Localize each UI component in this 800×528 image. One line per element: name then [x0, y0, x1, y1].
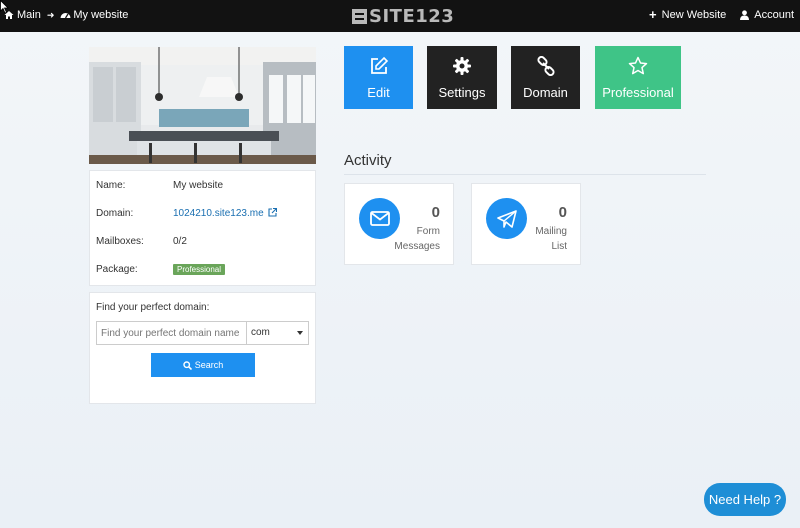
package-label: Package:	[96, 264, 138, 275]
caret-down-icon	[297, 331, 303, 335]
activity-title: Activity	[344, 152, 392, 169]
mailboxes-label: Mailboxes:	[96, 236, 144, 247]
breadcrumb-main[interactable]: Main	[17, 9, 41, 21]
mailing-list-label: Mailing List	[535, 224, 567, 254]
top-navbar: Main ➜ My website SITE123 + New Website …	[0, 0, 800, 32]
need-help-button[interactable]: Need Help ?	[704, 483, 786, 516]
logo-text: SITE123	[369, 5, 455, 27]
form-messages-label-line1: Form	[416, 226, 440, 237]
arrow-right-icon: ➜	[46, 9, 55, 20]
paper-plane-icon	[486, 198, 527, 239]
info-row-name: Name: My website	[96, 180, 223, 191]
domain-button[interactable]: Domain	[511, 46, 580, 109]
mailing-list-count: 0	[558, 204, 567, 221]
domain-label: Domain:	[96, 208, 134, 219]
breadcrumb: Main ➜ My website	[4, 9, 128, 21]
professional-button[interactable]: Professional	[595, 46, 681, 109]
domain-search-input[interactable]	[96, 321, 247, 345]
site-info-card: Name: My website Domain: 1024210.site123…	[89, 170, 316, 286]
domain-value: 1024210.site123.me	[173, 208, 264, 219]
site123-logo[interactable]: SITE123	[352, 5, 454, 27]
name-label: Name:	[96, 180, 126, 191]
account-button[interactable]: Account	[740, 9, 794, 21]
tld-selected-value: com	[251, 327, 270, 338]
external-link-icon	[268, 207, 278, 217]
logo-mark-icon	[352, 8, 367, 24]
edit-icon	[344, 56, 413, 76]
edit-button[interactable]: Edit	[344, 46, 413, 109]
settings-label: Settings	[438, 85, 486, 100]
website-preview-image[interactable]	[89, 47, 316, 164]
domain-tile-label: Domain	[523, 85, 568, 100]
info-row-domain: Domain: 1024210.site123.me	[96, 207, 278, 219]
professional-label: Professional	[602, 85, 674, 100]
settings-button[interactable]: Settings	[427, 46, 497, 109]
edit-label: Edit	[367, 85, 390, 100]
gear-icon	[427, 56, 497, 76]
link-icon	[511, 56, 580, 76]
info-row-package: Package: Professional	[96, 264, 226, 275]
form-messages-label-line2: Messages	[394, 241, 440, 252]
new-website-button[interactable]: + New Website	[649, 7, 727, 22]
domain-search-button[interactable]: Search	[151, 353, 255, 377]
star-icon	[595, 56, 681, 76]
user-icon	[740, 10, 750, 20]
mailing-list-card[interactable]: 0 Mailing List	[471, 183, 581, 265]
info-row-mailboxes: Mailboxes: 0/2	[96, 236, 187, 247]
form-messages-card[interactable]: 0 Form Messages	[344, 183, 454, 265]
dashboard-icon	[60, 10, 71, 20]
divider	[344, 174, 706, 175]
new-website-label: New Website	[661, 9, 727, 21]
account-label: Account	[754, 9, 794, 21]
form-messages-label: Form Messages	[394, 224, 440, 254]
plus-icon: +	[649, 7, 657, 22]
mailing-list-label-line1: Mailing	[535, 226, 567, 237]
mailing-list-label-line2: List	[551, 241, 567, 252]
mouse-cursor-icon	[0, 0, 9, 14]
domain-search-card: Find your perfect domain: com Search	[89, 292, 316, 404]
package-badge: Professional	[173, 264, 226, 275]
name-value: My website	[173, 180, 224, 191]
form-messages-count: 0	[431, 204, 440, 221]
search-button-label: Search	[194, 360, 224, 370]
search-icon	[183, 360, 192, 370]
mailboxes-value: 0/2	[173, 236, 187, 247]
domain-link[interactable]: 1024210.site123.me	[173, 207, 278, 219]
domain-search-title: Find your perfect domain:	[96, 302, 210, 313]
breadcrumb-my-website[interactable]: My website	[73, 9, 128, 21]
tld-select[interactable]: com	[246, 321, 309, 345]
